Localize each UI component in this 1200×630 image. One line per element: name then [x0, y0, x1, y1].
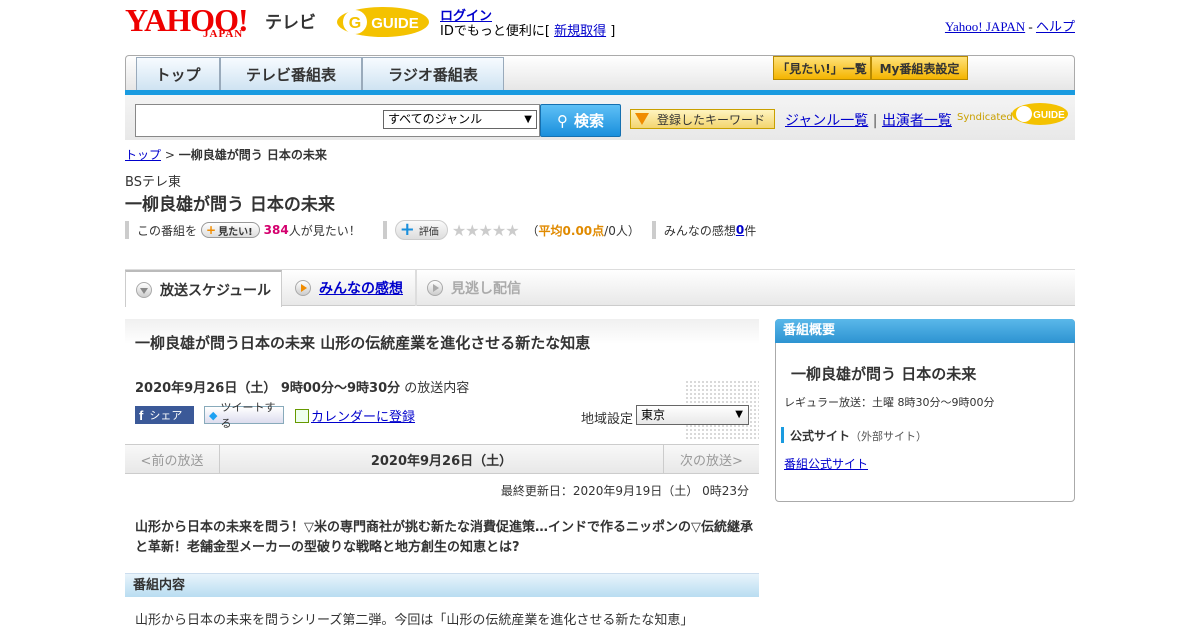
register-link[interactable]: 新規取得 [554, 24, 606, 39]
registered-keyword-button[interactable]: 登録したキーワード [630, 109, 775, 129]
official-site-link[interactable]: 番組公式サイト [784, 455, 868, 472]
episode-summary: 山形から日本の未来を問う！▽米の専門商社が挑む新たな消費促進策…インドで作るニッ… [135, 520, 753, 555]
plus-icon: + [206, 223, 217, 237]
twitter-icon: ◆ [209, 408, 218, 422]
program-info-bar: この番組を + 見たい! 384 人が見たい！ + 評価 ★★★★★ （平均0.00点… [125, 220, 756, 240]
mitai-count: 384 [263, 223, 289, 237]
breadcrumb-top[interactable]: トップ [125, 148, 161, 162]
rating-stars[interactable]: ★★★★★ [452, 221, 520, 240]
episode-title: 一柳良雄が問う日本の未来 山形の伝統産業を進化させる新たな知恵 [135, 334, 591, 352]
tab-reviews[interactable]: みんなの感想 [295, 270, 415, 306]
chevron-down-icon [136, 281, 152, 298]
top-right-links: Yahoo! JAPAN - ヘルプ [944, 19, 1075, 34]
episode-date: 2020年9月26日（土） 9時00分～9時30分 の放送内容 [135, 381, 470, 396]
next-broadcast: 次の放送> [663, 445, 759, 474]
arrow-down-icon [635, 113, 649, 125]
tab-top[interactable]: トップ [136, 57, 220, 90]
tab-schedule[interactable]: 放送スケジュール [125, 270, 282, 307]
facebook-icon: f [139, 407, 144, 423]
official-site-heading: 公式サイト（外部サイト） [781, 427, 927, 443]
search-button[interactable]: ⚲ 検索 [540, 104, 621, 137]
facebook-share-button[interactable]: f シェア [135, 406, 194, 424]
overview-title: 一柳良雄が問う 日本の未来 [791, 365, 977, 383]
regular-broadcast: レギュラー放送：土曜 8時30分～9時00分 [784, 396, 995, 409]
mitai-list-button[interactable]: 「見たい!」一覧 [773, 56, 871, 80]
my-schedule-settings-button[interactable]: My番組表設定 [871, 56, 968, 80]
content-tabs: 放送スケジュール みんなの感想 見逃し配信 [125, 269, 1075, 307]
breadcrumb: トップ > 一柳良雄が問う 日本の未来 [125, 148, 327, 162]
breadcrumb-current: 一柳良雄が問う 日本の未来 [178, 148, 327, 162]
plus-icon: + [399, 219, 415, 240]
gguide-small-logo: GUIDE [1012, 103, 1068, 125]
genre-select[interactable]: すべてのジャンル ▼ [383, 110, 537, 129]
episode-detail: 山形から日本の未来を問うシリーズ第二弾。今回は「山形の伝統産業を進化させる新たな… [135, 613, 694, 628]
calendar-register[interactable]: カレンダーに登録 [295, 406, 415, 425]
search-icon: ⚲ [556, 111, 568, 130]
region-select[interactable]: 東京 ▼ [636, 405, 749, 425]
chevron-right-icon [295, 280, 311, 296]
calendar-icon [295, 409, 309, 423]
cast-list-link[interactable]: 出演者一覧 [882, 113, 952, 129]
prev-broadcast: <前の放送 [125, 445, 220, 474]
main-nav: トップ テレビ番組表 ラジオ番組表 「見たい!」一覧 My番組表設定 [125, 55, 1075, 93]
gguide-logo[interactable]: G GUIDE [335, 5, 431, 39]
channel-name: BSテレ東 [125, 175, 181, 190]
tab-radio-schedule[interactable]: ラジオ番組表 [362, 57, 504, 90]
gguide-small-text: GUIDE [1033, 110, 1065, 121]
mitai-button[interactable]: + 見たい! [201, 222, 260, 238]
rate-button[interactable]: + 評価 [394, 219, 448, 240]
chevron-right-icon [427, 280, 443, 296]
last-updated: 最終更新日：2020年9月19日（土） 0時23分 [500, 484, 749, 498]
tab-stream: 見逃し配信 [427, 270, 537, 306]
id-register-text: IDでもっと便利に[ 新規取得 ] [440, 24, 616, 39]
chevron-down-icon: ▼ [735, 409, 743, 420]
tab-divider [415, 270, 417, 306]
region-label: 地域設定 [581, 412, 634, 427]
program-overview-box [775, 319, 1075, 502]
syndicated-label: Syndicated [957, 112, 1013, 123]
search-links: ジャンル一覧 | 出演者一覧 [785, 113, 952, 129]
chevron-down-icon: ▼ [524, 114, 532, 125]
tab-tv-schedule[interactable]: テレビ番組表 [220, 57, 362, 90]
tweet-button[interactable]: ◆ ツイートする [204, 401, 284, 430]
yahoo-japan-link[interactable]: Yahoo! JAPAN [945, 19, 1025, 34]
review-count-link[interactable]: 0 [736, 223, 744, 237]
svg-text:G: G [349, 15, 361, 32]
tv-label: テレビ [265, 13, 316, 33]
current-broadcast-date: 2020年9月26日（土） [370, 454, 513, 469]
help-link[interactable]: ヘルプ [1036, 19, 1075, 34]
section-heading: 番組内容 [125, 573, 759, 597]
average-rating: 平均0.00点 [538, 223, 605, 238]
page-title: 一柳良雄が問う 日本の未来 [125, 195, 335, 215]
gguide-text: GUIDE [371, 15, 419, 32]
page: YAHOO! JAPAN テレビ G GUIDE ログイン IDでもっと便利に[… [125, 0, 1075, 630]
genre-list-link[interactable]: ジャンル一覧 [785, 113, 868, 129]
overview-heading: 番組概要 [775, 319, 1075, 343]
yahoo-japan-subtext: JAPAN [203, 28, 244, 40]
